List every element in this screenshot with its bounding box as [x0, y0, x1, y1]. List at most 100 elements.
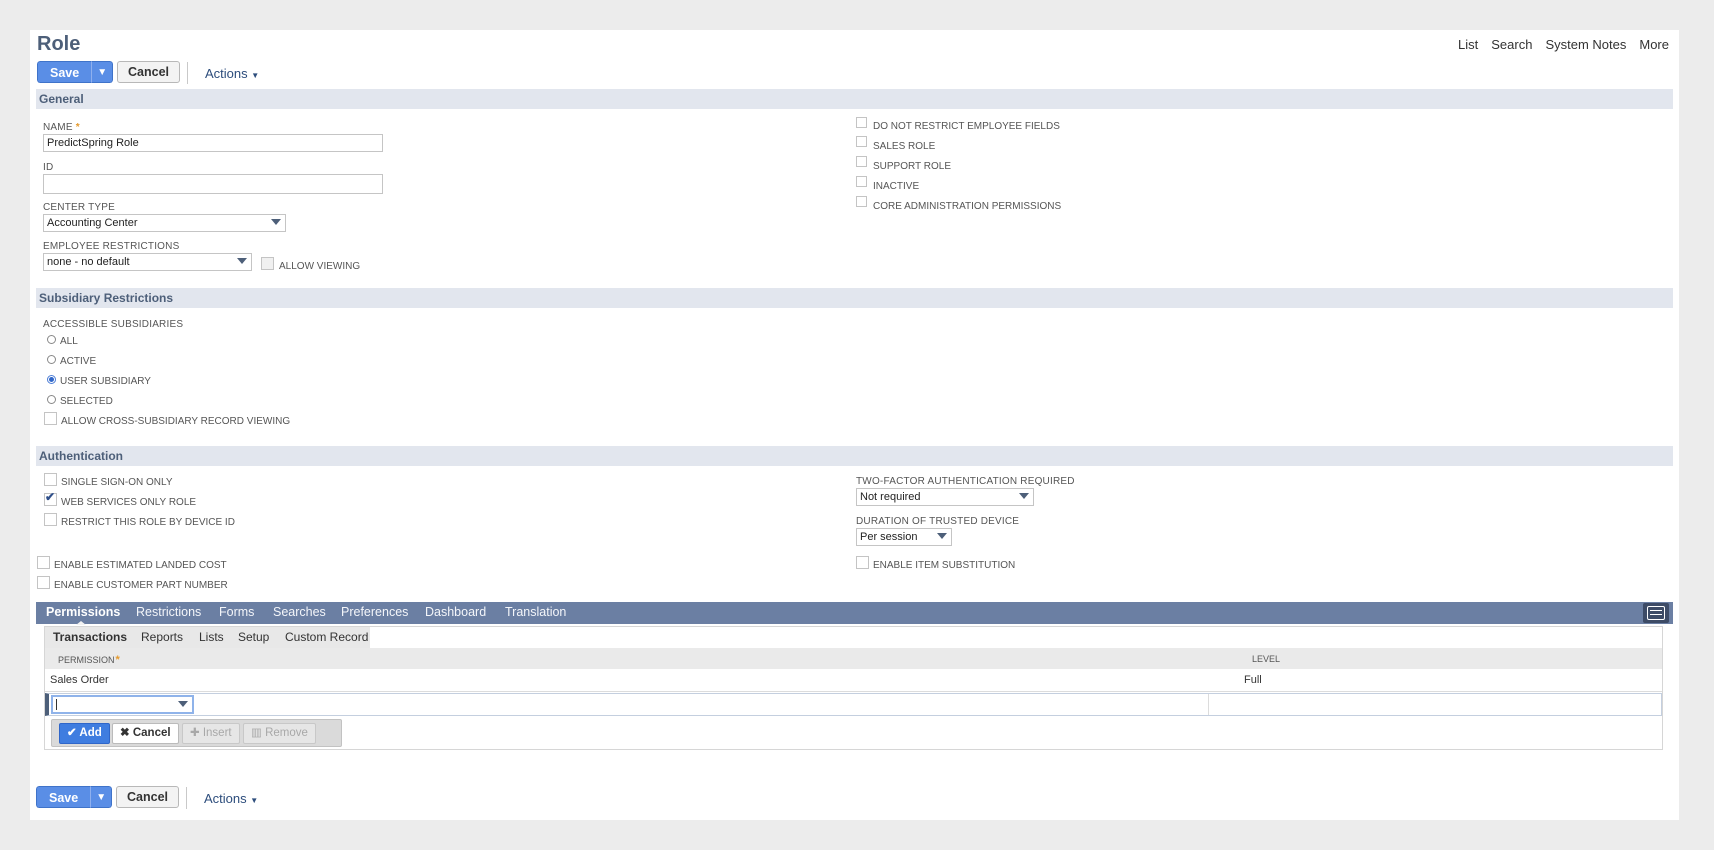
employee-restrictions-label: EMPLOYEE RESTRICTIONS: [43, 241, 180, 252]
web-services-only-checkbox[interactable]: ✔: [44, 490, 57, 506]
system-notes-link[interactable]: System Notes: [1545, 37, 1626, 52]
accessible-subsidiaries-label: ACCESSIBLE SUBSIDIARIES: [43, 319, 184, 330]
restrict-device-id-label: RESTRICT THIS ROLE BY DEVICE ID: [61, 517, 235, 528]
caret-down-icon: ▼: [251, 71, 260, 80]
id-label: ID: [43, 162, 54, 173]
inactive-label: INACTIVE: [873, 181, 920, 192]
sales-role-checkbox[interactable]: [856, 136, 867, 147]
cancel-button[interactable]: Cancel: [117, 61, 180, 83]
tab-restrictions[interactable]: Restrictions: [136, 605, 201, 619]
remove-line-button[interactable]: ▥ Remove: [243, 723, 316, 744]
permission-select-input[interactable]: [51, 695, 194, 714]
save-button-group: Save ▼: [37, 61, 114, 83]
core-admin-permissions-label: CORE ADMINISTRATION PERMISSIONS: [873, 201, 1062, 212]
actions-menu[interactable]: Actions ▼: [205, 66, 259, 81]
subtab-lists[interactable]: Lists: [199, 630, 224, 644]
radio-active[interactable]: [47, 355, 56, 364]
subtab-transactions[interactable]: Transactions: [53, 630, 127, 644]
allow-viewing-label: ALLOW VIEWING: [279, 261, 361, 272]
bottom-actions-menu[interactable]: Actions ▼: [204, 791, 258, 806]
edit-row-divider: [1208, 694, 1209, 715]
tab-translation[interactable]: Translation: [505, 605, 566, 619]
add-line-button[interactable]: ✔ Add: [59, 723, 110, 744]
sales-role-label: SALES ROLE: [873, 141, 936, 152]
two-factor-select[interactable]: Not required: [856, 488, 1034, 506]
section-authentication: Authentication: [36, 446, 1673, 466]
actions-label: Actions: [205, 66, 248, 81]
two-factor-label: TWO-FACTOR AUTHENTICATION REQUIRED: [856, 476, 1075, 487]
inactive-checkbox[interactable]: [856, 176, 867, 187]
bottom-cancel-button[interactable]: Cancel: [116, 786, 179, 808]
check-icon: ✔: [67, 727, 80, 739]
support-role-label: SUPPORT ROLE: [873, 161, 951, 172]
top-links: List Search System Notes More: [1458, 37, 1669, 52]
item-substitution-checkbox[interactable]: [856, 556, 869, 569]
layout-toggle-button[interactable]: [1643, 603, 1669, 623]
center-type-select[interactable]: Accounting Center: [43, 214, 286, 232]
table-header: PERMISSION* LEVEL: [45, 648, 1662, 669]
bottom-toolbar-divider: [186, 787, 187, 809]
radio-user-subsidiary[interactable]: [47, 375, 56, 384]
bottom-save-button-group: Save ▼: [36, 786, 113, 808]
toolbar-divider: [187, 62, 188, 84]
page-title: Role: [37, 33, 81, 55]
subtab-setup[interactable]: Setup: [238, 630, 269, 644]
row-level: Full: [1244, 674, 1262, 686]
allow-cross-subsidiary-label: ALLOW CROSS-SUBSIDIARY RECORD VIEWING: [61, 416, 291, 427]
permissions-sublist: Transactions Reports Lists Setup Custom …: [44, 626, 1663, 750]
radio-selected[interactable]: [47, 395, 56, 404]
required-marker: *: [75, 122, 80, 133]
tab-dashboard[interactable]: Dashboard: [425, 605, 486, 619]
section-subsidiary-restrictions: Subsidiary Restrictions: [36, 288, 1673, 308]
main-tabs-bar: Permissions Restrictions Forms Searches …: [36, 602, 1673, 625]
radio-user-subsidiary-label: USER SUBSIDIARY: [60, 376, 151, 387]
insert-line-button[interactable]: ✚ Insert: [182, 723, 240, 744]
section-general: General: [36, 89, 1673, 109]
save-button[interactable]: Save: [37, 61, 92, 83]
radio-all-label: ALL: [60, 336, 78, 347]
layout-icon: [1647, 606, 1665, 620]
save-menu-arrow-icon[interactable]: ▼: [91, 61, 114, 83]
customer-part-number-checkbox[interactable]: [37, 576, 50, 589]
estimated-landed-cost-checkbox[interactable]: [37, 556, 50, 569]
more-link[interactable]: More: [1639, 37, 1669, 52]
radio-all[interactable]: [47, 335, 56, 344]
bottom-save-menu-arrow-icon[interactable]: ▼: [90, 786, 113, 808]
tab-preferences[interactable]: Preferences: [341, 605, 408, 619]
allow-viewing-checkbox[interactable]: [261, 257, 274, 270]
tab-forms[interactable]: Forms: [219, 605, 254, 619]
search-link[interactable]: Search: [1491, 37, 1532, 52]
column-permission: PERMISSION*: [58, 654, 120, 666]
dropdown-arrow-icon: [178, 701, 188, 707]
trash-icon: ▥: [251, 727, 266, 739]
checkmark-icon: ✔: [45, 490, 56, 504]
active-tab-indicator: [76, 621, 86, 625]
id-input[interactable]: [43, 174, 383, 194]
list-link[interactable]: List: [1458, 37, 1478, 52]
table-row[interactable]: Sales Order Full: [45, 669, 1662, 692]
dropdown-arrow-icon: [237, 258, 247, 264]
item-substitution-label: ENABLE ITEM SUBSTITUTION: [873, 560, 1016, 571]
plus-icon: ✚: [190, 727, 203, 739]
dropdown-arrow-icon: [1019, 493, 1029, 499]
cancel-line-button[interactable]: ✖ Cancel: [112, 723, 179, 744]
support-role-checkbox[interactable]: [856, 156, 867, 167]
core-admin-permissions-checkbox[interactable]: [856, 196, 867, 207]
subtab-reports[interactable]: Reports: [141, 630, 183, 644]
employee-restrictions-select[interactable]: none - no default: [43, 253, 252, 271]
single-sign-on-checkbox[interactable]: [44, 473, 57, 486]
name-input[interactable]: PredictSpring Role: [43, 134, 383, 152]
bottom-save-button[interactable]: Save: [36, 786, 91, 808]
restrict-device-id-checkbox[interactable]: [44, 513, 57, 526]
allow-cross-subsidiary-checkbox[interactable]: [44, 412, 57, 425]
trusted-device-duration-select[interactable]: Per session: [856, 528, 952, 546]
edit-row: [45, 693, 1662, 716]
row-permission: Sales Order: [50, 674, 109, 686]
tab-searches[interactable]: Searches: [273, 605, 326, 619]
subtab-custom-record[interactable]: Custom Record: [285, 630, 368, 644]
center-type-label: CENTER TYPE: [43, 202, 116, 213]
do-not-restrict-employee-fields-checkbox[interactable]: [856, 117, 867, 128]
tab-permissions[interactable]: Permissions: [46, 605, 120, 619]
machine-buttons: ✔ Add ✖ Cancel ✚ Insert ▥ Remove: [51, 719, 342, 747]
dropdown-arrow-icon: [271, 219, 281, 225]
